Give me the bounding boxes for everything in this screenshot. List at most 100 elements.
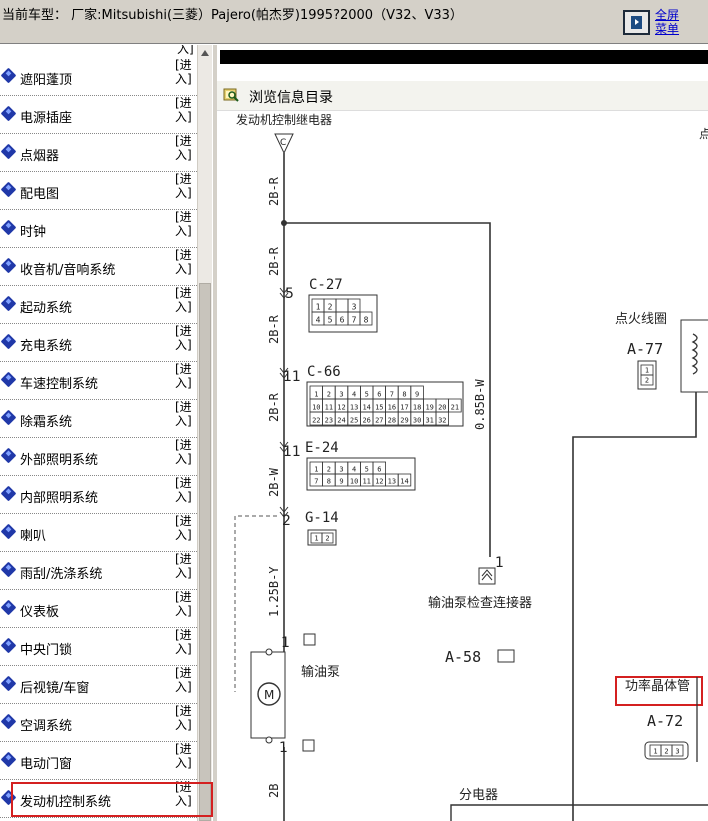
menu-item[interactable]: 起动系统 [进入] xyxy=(0,286,197,324)
connector-a58-body xyxy=(497,649,515,663)
connector-pin-number: 3 xyxy=(339,391,343,399)
menu-item-label[interactable]: 车速控制系统 xyxy=(20,373,98,392)
menu-item-enter-link[interactable]: [进入] xyxy=(175,172,195,200)
diagram-top-label: 发动机控制继电器 xyxy=(236,112,332,127)
browse-directory-title: 浏览信息目录 xyxy=(249,90,333,106)
fullscreen-link-line1[interactable]: 全屏 xyxy=(655,8,679,22)
menu-item[interactable]: 雨刮/洗涤系统 [进入] xyxy=(0,552,197,590)
connector-pin-number: 7 xyxy=(314,478,318,486)
menu-item[interactable]: 仪表板 [进入] xyxy=(0,590,197,628)
check-connector-arrow-icon xyxy=(481,569,493,581)
menu-item-enter-link[interactable]: [进入] xyxy=(175,324,195,352)
menu-item-enter-link[interactable]: [进入] xyxy=(175,514,195,542)
pump-connector-bottom xyxy=(302,739,315,752)
menu-diamond-icon xyxy=(0,409,17,426)
menu-item[interactable]: 配电图 [进入] xyxy=(0,172,197,210)
connector-pin-number: 2 xyxy=(328,303,333,312)
menu-item-enter-link[interactable]: [进入] xyxy=(175,210,195,238)
menu-item[interactable]: 后视镜/车窗 [进入] xyxy=(0,666,197,704)
browse-book-icon[interactable] xyxy=(223,87,239,102)
fuel-pump-check-connector-label: 输油泵检查连接器 xyxy=(428,595,532,611)
wire-label-2b-r-1: 2B-R xyxy=(267,176,281,206)
menu-item-enter-link[interactable]: [进入] xyxy=(175,438,195,466)
menu-item-label[interactable]: 空调系统 xyxy=(20,715,72,734)
connector-pin-number: 9 xyxy=(415,391,419,399)
menu-item[interactable]: 电动门窗 [进入] xyxy=(0,742,197,780)
menu-item-enter-link[interactable]: [进入] xyxy=(175,476,195,504)
menu-item-label[interactable]: 内部照明系统 xyxy=(20,487,98,506)
pin-label-pump-1: 1 xyxy=(281,635,290,651)
fullscreen-button[interactable] xyxy=(623,10,650,35)
connector-a77-pins: 12 xyxy=(640,364,654,386)
pin-label-11a: 11 xyxy=(283,369,301,385)
menu-diamond-icon xyxy=(0,181,17,198)
menu-item-enter-link[interactable]: [进入] xyxy=(175,96,195,124)
menu-item-enter-link[interactable]: [进入] xyxy=(175,666,195,694)
connector-pin-number: 2 xyxy=(664,748,668,756)
connector-pin-number: 21 xyxy=(451,404,459,412)
menu-item-enter-link[interactable]: [进入] xyxy=(175,286,195,314)
menu-item-enter-link[interactable]: [进入] xyxy=(175,362,195,390)
connector-pin-number: 3 xyxy=(339,466,343,474)
menu-item[interactable]: 点烟器 [进入] xyxy=(0,134,197,172)
menu-item[interactable]: 车速控制系统 [进入] xyxy=(0,362,197,400)
menu-item-label[interactable]: 雨刮/洗涤系统 xyxy=(20,563,102,582)
menu-item-enter-link[interactable]: [进入] xyxy=(175,628,195,656)
connector-pin-number: 8 xyxy=(364,316,369,325)
menu-item-enter-link[interactable]: [进入] xyxy=(175,248,195,276)
menu-item-label[interactable]: 收音机/音响系统 xyxy=(20,259,115,278)
menu-item[interactable]: 电源插座 [进入] xyxy=(0,96,197,134)
menu-item[interactable]: 时钟 [进入] xyxy=(0,210,197,248)
menu-item-enter-partial[interactable]: 入] xyxy=(177,45,194,56)
menu-item-label[interactable]: 时钟 xyxy=(20,221,46,240)
menu-item-label[interactable]: 充电系统 xyxy=(20,335,72,354)
menu-item-label[interactable]: 起动系统 xyxy=(20,297,72,316)
menu-item[interactable]: 外部照明系统 [进入] xyxy=(0,438,197,476)
menu-item-enter-link[interactable]: [进入] xyxy=(175,58,195,86)
menu-item-label[interactable]: 仪表板 xyxy=(20,601,59,620)
menu-item-label[interactable]: 后视镜/车窗 xyxy=(20,677,89,696)
fullscreen-menu-link[interactable]: 全屏 菜单 xyxy=(655,8,679,36)
ignition-coil-winding-icon xyxy=(691,333,698,375)
menu-item-label[interactable]: 点烟器 xyxy=(20,145,59,164)
menu-item[interactable]: 喇叭 [进入] xyxy=(0,514,197,552)
menu-item-enter-link[interactable]: [进入] xyxy=(175,134,195,162)
connector-pin-number: 3 xyxy=(675,748,679,756)
menu-item-label[interactable]: 配电图 xyxy=(20,183,59,202)
menu-item[interactable]: 空调系统 [进入] xyxy=(0,704,197,742)
connector-pin-number: 2 xyxy=(327,391,331,399)
menu-item-label[interactable]: 喇叭 xyxy=(20,525,46,544)
menu-item-label[interactable]: 电源插座 xyxy=(20,107,72,126)
menu-item[interactable]: 遮阳蓬顶 [进入] xyxy=(0,58,197,96)
connector-a77-label: A-77 xyxy=(627,340,663,358)
connector-pin-number: 14 xyxy=(400,478,408,486)
menu-item-enter-link[interactable]: [进入] xyxy=(175,590,195,618)
menu-item-label[interactable]: 电动门窗 xyxy=(20,753,72,772)
connector-pin-number: 1 xyxy=(314,535,318,543)
menu-item[interactable]: 内部照明系统 [进入] xyxy=(0,476,197,514)
menu-scrollbar[interactable] xyxy=(197,45,212,821)
menu-item-label[interactable]: 中央门锁 xyxy=(20,639,72,658)
menu-item[interactable]: 收音机/音响系统 [进入] xyxy=(0,248,197,286)
menu-item[interactable]: 中央门锁 [进入] xyxy=(0,628,197,666)
connector-pin-number: 7 xyxy=(352,316,357,325)
fullscreen-link-line2[interactable]: 菜单 xyxy=(655,22,679,36)
menu-item-label[interactable]: 除霜系统 xyxy=(20,411,72,430)
menu-item-label[interactable]: 外部照明系统 xyxy=(20,449,98,468)
connector-pin-number: 1 xyxy=(645,367,649,375)
scroll-up-arrow-icon[interactable] xyxy=(201,50,209,56)
pin-label-2: 2 xyxy=(282,513,291,529)
connector-pin-number: 10 xyxy=(312,404,320,412)
menu-item-enter-link[interactable]: [进入] xyxy=(175,742,195,770)
connector-pin-number: 24 xyxy=(337,417,345,425)
menu-item[interactable]: 充电系统 [进入] xyxy=(0,324,197,362)
connector-pin-number: 28 xyxy=(388,417,396,425)
app-header: 当前车型： 厂家:Mitsubishi(三菱）Pajero(帕杰罗)1995?2… xyxy=(0,0,708,44)
menu-item[interactable]: 除霜系统 [进入] xyxy=(0,400,197,438)
menu-item-enter-link[interactable]: [进入] xyxy=(175,400,195,428)
menu-diamond-icon xyxy=(0,67,17,84)
menu-item-enter-link[interactable]: [进入] xyxy=(175,704,195,732)
scrollbar-thumb[interactable] xyxy=(199,283,211,821)
menu-item-enter-link[interactable]: [进入] xyxy=(175,552,195,580)
menu-item-label[interactable]: 遮阳蓬顶 xyxy=(20,69,72,88)
